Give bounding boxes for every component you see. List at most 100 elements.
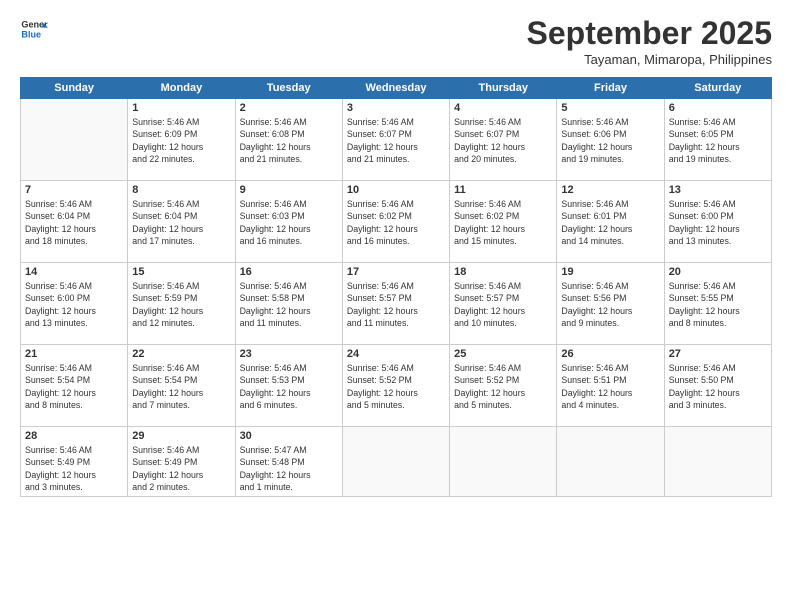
day-header-friday: Friday (557, 78, 664, 99)
cell-date: 1 (132, 102, 230, 114)
cell-info: Sunrise: 5:46 AM Sunset: 5:53 PM Dayligh… (240, 362, 338, 411)
header: General Blue September 2025 Tayaman, Mim… (20, 15, 772, 67)
cell-date: 11 (454, 184, 552, 196)
day-header-saturday: Saturday (664, 78, 771, 99)
cell-date: 25 (454, 348, 552, 360)
calendar-cell: 14 Sunrise: 5:46 AM Sunset: 6:00 PM Dayli… (21, 263, 128, 345)
svg-text:Blue: Blue (21, 29, 41, 39)
calendar-cell: 18 Sunrise: 5:46 AM Sunset: 5:57 PM Dayli… (450, 263, 557, 345)
location: Tayaman, Mimaropa, Philippines (527, 52, 772, 67)
cell-date: 19 (561, 266, 659, 278)
cell-info: Sunrise: 5:46 AM Sunset: 5:58 PM Dayligh… (240, 280, 338, 329)
cell-date: 3 (347, 102, 445, 114)
cell-date: 8 (132, 184, 230, 196)
cell-date: 12 (561, 184, 659, 196)
cell-date: 15 (132, 266, 230, 278)
calendar-table: SundayMondayTuesdayWednesdayThursdayFrid… (20, 77, 772, 497)
calendar-cell: 20Sunrise: 5:46 AM Sunset: 5:55 PM Dayli… (664, 263, 771, 345)
cell-info: Sunrise: 5:46 AM Sunset: 5:52 PM Dayligh… (347, 362, 445, 411)
cell-date: 29 (132, 430, 230, 442)
cell-info: Sunrise: 5:46 AM Sunset: 6:02 PM Dayligh… (347, 198, 445, 247)
calendar-cell: 16 Sunrise: 5:46 AM Sunset: 5:58 PM Dayli… (235, 263, 342, 345)
cell-info: Sunrise: 5:46 AM Sunset: 6:04 PM Dayligh… (132, 198, 230, 247)
calendar-cell (450, 427, 557, 497)
week-row-4: 28 Sunrise: 5:46 AM Sunset: 5:49 PM Dayli… (21, 427, 772, 497)
calendar-cell: 12 Sunrise: 5:46 AM Sunset: 6:01 PM Dayli… (557, 181, 664, 263)
calendar-cell: 5 Sunrise: 5:46 AM Sunset: 6:06 PM Daylig… (557, 99, 664, 181)
page: General Blue September 2025 Tayaman, Mim… (0, 0, 792, 612)
cell-date: 17 (347, 266, 445, 278)
cell-info: Sunrise: 5:46 AM Sunset: 6:00 PM Dayligh… (25, 280, 123, 329)
cell-info: Sunrise: 5:46 AM Sunset: 6:01 PM Dayligh… (561, 198, 659, 247)
calendar-cell: 23 Sunrise: 5:46 AM Sunset: 5:53 PM Dayli… (235, 345, 342, 427)
cell-info: Sunrise: 5:46 AM Sunset: 6:00 PM Dayligh… (669, 198, 767, 247)
cell-info: Sunrise: 5:46 AM Sunset: 6:02 PM Dayligh… (454, 198, 552, 247)
cell-date: 16 (240, 266, 338, 278)
header-row: SundayMondayTuesdayWednesdayThursdayFrid… (21, 78, 772, 99)
cell-info: Sunrise: 5:46 AM Sunset: 6:09 PM Dayligh… (132, 116, 230, 165)
cell-info: Sunrise: 5:46 AM Sunset: 6:04 PM Dayligh… (25, 198, 123, 247)
calendar-cell: 19 Sunrise: 5:46 AM Sunset: 5:56 PM Dayli… (557, 263, 664, 345)
cell-date: 28 (25, 430, 123, 442)
cell-date: 24 (347, 348, 445, 360)
calendar-cell: 22Sunrise: 5:46 AM Sunset: 5:54 PM Dayli… (128, 345, 235, 427)
cell-date: 2 (240, 102, 338, 114)
calendar-cell: 25 Sunrise: 5:46 AM Sunset: 5:52 PM Dayli… (450, 345, 557, 427)
calendar-cell: 17 Sunrise: 5:46 AM Sunset: 5:57 PM Dayli… (342, 263, 449, 345)
cell-info: Sunrise: 5:46 AM Sunset: 5:54 PM Dayligh… (25, 362, 123, 411)
calendar-cell: 3 Sunrise: 5:46 AM Sunset: 6:07 PM Daylig… (342, 99, 449, 181)
calendar-cell: 1 Sunrise: 5:46 AM Sunset: 6:09 PM Daylig… (128, 99, 235, 181)
calendar-cell: 15 Sunrise: 5:46 AM Sunset: 5:59 PM Dayli… (128, 263, 235, 345)
cell-date: 5 (561, 102, 659, 114)
cell-date: 26 (561, 348, 659, 360)
cell-info: Sunrise: 5:46 AM Sunset: 5:56 PM Dayligh… (561, 280, 659, 329)
cell-date: 22 (132, 348, 230, 360)
cell-date: 21 (25, 348, 123, 360)
cell-date: 4 (454, 102, 552, 114)
week-row-3: 21 Sunrise: 5:46 AM Sunset: 5:54 PM Dayli… (21, 345, 772, 427)
calendar-cell: 28 Sunrise: 5:46 AM Sunset: 5:49 PM Dayli… (21, 427, 128, 497)
day-header-wednesday: Wednesday (342, 78, 449, 99)
cell-info: Sunrise: 5:46 AM Sunset: 5:51 PM Dayligh… (561, 362, 659, 411)
cell-info: Sunrise: 5:46 AM Sunset: 5:57 PM Dayligh… (454, 280, 552, 329)
calendar-cell: 9Sunrise: 5:46 AM Sunset: 6:03 PM Daylig… (235, 181, 342, 263)
day-header-sunday: Sunday (21, 78, 128, 99)
cell-info: Sunrise: 5:46 AM Sunset: 5:57 PM Dayligh… (347, 280, 445, 329)
calendar-cell: 29 Sunrise: 5:46 AM Sunset: 5:49 PM Dayli… (128, 427, 235, 497)
title-area: September 2025 Tayaman, Mimaropa, Philip… (527, 15, 772, 67)
week-row-2: 14 Sunrise: 5:46 AM Sunset: 6:00 PM Dayli… (21, 263, 772, 345)
calendar-cell: 13 Sunrise: 5:46 AM Sunset: 6:00 PM Dayli… (664, 181, 771, 263)
cell-info: Sunrise: 5:46 AM Sunset: 5:49 PM Dayligh… (132, 444, 230, 493)
calendar-cell: 11 Sunrise: 5:46 AM Sunset: 6:02 PM Dayli… (450, 181, 557, 263)
calendar-cell (664, 427, 771, 497)
cell-info: Sunrise: 5:46 AM Sunset: 5:49 PM Dayligh… (25, 444, 123, 493)
month-title: September 2025 (527, 15, 772, 52)
cell-info: Sunrise: 5:46 AM Sunset: 5:52 PM Dayligh… (454, 362, 552, 411)
cell-date: 13 (669, 184, 767, 196)
calendar-cell: 24 Sunrise: 5:46 AM Sunset: 5:52 PM Dayli… (342, 345, 449, 427)
calendar-cell (21, 99, 128, 181)
calendar-cell: 30Sunrise: 5:47 AM Sunset: 5:48 PM Dayli… (235, 427, 342, 497)
cell-info: Sunrise: 5:46 AM Sunset: 6:05 PM Dayligh… (669, 116, 767, 165)
calendar-cell: 2 Sunrise: 5:46 AM Sunset: 6:08 PM Daylig… (235, 99, 342, 181)
calendar-cell: 21 Sunrise: 5:46 AM Sunset: 5:54 PM Dayli… (21, 345, 128, 427)
day-header-thursday: Thursday (450, 78, 557, 99)
week-row-0: 1 Sunrise: 5:46 AM Sunset: 6:09 PM Daylig… (21, 99, 772, 181)
cell-info: Sunrise: 5:46 AM Sunset: 5:59 PM Dayligh… (132, 280, 230, 329)
cell-date: 23 (240, 348, 338, 360)
week-row-1: 7Sunrise: 5:46 AM Sunset: 6:04 PM Daylig… (21, 181, 772, 263)
logo-icon: General Blue (20, 15, 48, 43)
cell-info: Sunrise: 5:46 AM Sunset: 6:07 PM Dayligh… (454, 116, 552, 165)
cell-date: 18 (454, 266, 552, 278)
cell-info: Sunrise: 5:47 AM Sunset: 5:48 PM Dayligh… (240, 444, 338, 493)
cell-info: Sunrise: 5:46 AM Sunset: 6:07 PM Dayligh… (347, 116, 445, 165)
cell-info: Sunrise: 5:46 AM Sunset: 6:06 PM Dayligh… (561, 116, 659, 165)
cell-date: 6 (669, 102, 767, 114)
cell-date: 9 (240, 184, 338, 196)
cell-date: 14 (25, 266, 123, 278)
calendar-cell: 27Sunrise: 5:46 AM Sunset: 5:50 PM Dayli… (664, 345, 771, 427)
calendar-cell: 6 Sunrise: 5:46 AM Sunset: 6:05 PM Daylig… (664, 99, 771, 181)
logo: General Blue (20, 15, 48, 43)
cell-info: Sunrise: 5:46 AM Sunset: 6:08 PM Dayligh… (240, 116, 338, 165)
cell-info: Sunrise: 5:46 AM Sunset: 5:50 PM Dayligh… (669, 362, 767, 411)
